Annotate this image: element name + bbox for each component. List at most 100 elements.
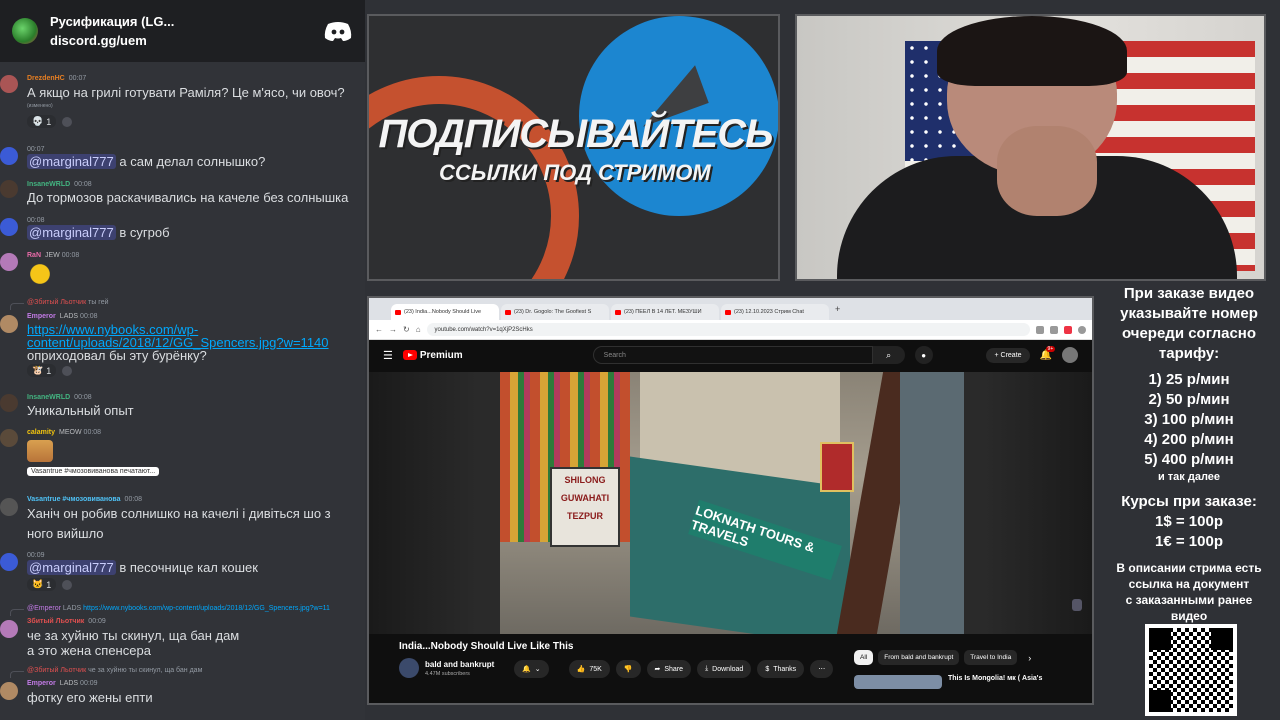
message-author[interactable]: Vasantrue #чмозовиванова [27,496,121,503]
download-label: Download [712,665,744,673]
message-text: оприходовал бы эту бурёнку? [27,348,207,363]
recommendation-chips: All From bald and bankrupt Travel to Ind… [854,650,1031,665]
message-author[interactable]: Emperor [27,313,56,320]
add-reaction-icon[interactable] [62,579,73,590]
share-button[interactable]: ➦ Share [646,660,692,678]
microphone-icon[interactable]: ● [914,346,933,364]
sign-line: GUWAHATI [560,493,610,503]
role-badge: MEOW [59,429,82,436]
qr-code [1145,624,1237,716]
thanks-button[interactable]: $ Thanks [757,660,805,678]
extension-icon[interactable] [1064,325,1072,334]
user-mention[interactable]: @marginal777 [27,154,116,169]
download-icon: ⤓ [705,665,709,672]
reply-author[interactable]: @Збитый Льотчик [27,667,86,674]
message-author[interactable]: Збитый Льотчик [27,618,84,625]
recommended-thumbnail[interactable] [854,675,942,689]
chevron-right-icon[interactable]: › [1028,653,1031,663]
address-bar[interactable]: youtube.com/watch?v=1qXjP2ScHks [426,323,1030,336]
message-text: Уникальный опыт [27,403,134,418]
message-author[interactable]: InsaneWRLD [27,394,70,401]
server-invite-link[interactable]: discord.gg/uem [50,33,323,48]
recommended-title[interactable]: This Is Mongolia! мк ( Asia's [948,675,1042,689]
channel-avatar[interactable] [399,658,419,678]
youtube-favicon-icon [505,309,511,315]
extension-icon[interactable] [1050,325,1058,334]
browser-tab[interactable]: (23) ПЕЕЛ В 14 ЛЕТ. МЕЗУШИ [611,304,719,320]
role-badge: LADS [59,313,79,320]
user-mention[interactable]: @marginal777 [27,560,116,575]
message-author[interactable]: InsaneWRLD [27,181,70,188]
reaction-pill[interactable]: 🐮 1 [27,364,57,377]
home-icon[interactable]: ⌂ [416,325,421,334]
forward-icon[interactable]: → [389,325,397,334]
dislike-button[interactable]: 👎 [615,660,641,678]
emoji-icon: 🐮 [32,365,44,375]
youtube-logo-text: Premium [419,349,463,361]
message-text: а сам делал солнышко? [119,154,266,169]
video-player[interactable]: SHILONG GUWAHATI TEZPUR LOKNATH TOURS & … [369,372,1092,634]
like-count: 75K [589,665,602,673]
reply-preview: https://www.nybooks.com/wp-content/uploa… [83,605,330,612]
subscribe-promo-banner: ПОДПИСЫВАЙТЕСЬ ССЫЛКИ ПОД СТРИМОМ [367,14,780,281]
user-mention[interactable]: @marginal777 [27,225,116,240]
chip-travel[interactable]: Travel to India [964,650,1018,665]
message-author[interactable]: Emperor [27,680,56,687]
share-label: Share [664,665,684,673]
channel-watermark-icon[interactable] [1072,599,1082,611]
youtube-header: ☰ Premium Search ⌕ ● + Create 🔔 9+ [369,340,1092,370]
video-frame[interactable]: SHILONG GUWAHATI TEZPUR LOKNATH TOURS & … [500,372,964,634]
youtube-favicon-icon [725,309,731,315]
reply-preview: ты гей [88,299,109,306]
browser-tab[interactable]: (23) Dr. Gogolo: The Goofiest S [501,304,609,320]
reply-author[interactable]: @Emperor [27,605,61,612]
browser-tab[interactable]: (23) 12.10.2023 Стрим Chat [721,304,829,320]
reaction-pill[interactable]: 🐱 1 [27,578,57,591]
message-time: 00:08 [61,252,80,259]
download-button[interactable]: ⤓ Download [697,660,752,678]
message-author[interactable]: DrezdenHC [27,75,65,82]
chip-from-channel[interactable]: From bald and bankrupt [878,650,960,665]
like-button[interactable]: 👍 75K [568,660,610,678]
reaction-count: 1 [46,116,52,127]
channel-name[interactable]: bald and bankrupt [425,660,494,669]
recommended-video[interactable]: This Is Mongolia! мк ( Asia's [854,675,1042,689]
thanks-label: Thanks [773,665,797,673]
notifications-bell-icon[interactable]: 🔔 9+ [1040,345,1056,361]
reply-author[interactable]: @Збитый Льотчик [27,299,86,306]
streamer-hair [937,16,1127,86]
extension-icon[interactable] [1036,325,1044,334]
message-time: 00:08 [74,394,92,401]
new-tab-icon[interactable]: + [835,304,840,314]
profile-icon[interactable] [1078,325,1086,334]
search-icon[interactable]: ⌕ [872,346,905,364]
thumbs-up-icon: 👍 [576,666,586,673]
reaction-pill[interactable]: 💀 1 [27,115,57,128]
channel-info: bald and bankrupt 4.47M subscribers [399,658,494,678]
user-avatar[interactable] [1062,347,1078,363]
streamer-hand [997,126,1097,216]
create-button[interactable]: + Create [986,347,1030,363]
back-icon[interactable]: ← [375,325,383,334]
reload-icon[interactable]: ↻ [403,325,410,334]
webcam-feed [795,14,1266,281]
bell-icon: 🔔 [522,666,531,673]
add-reaction-icon[interactable] [62,365,73,376]
message-author[interactable]: RaN [27,252,41,259]
message-time: 00:09 [88,618,106,625]
youtube-logo[interactable]: Premium [402,349,463,361]
avatar [0,315,18,333]
browser-tab[interactable]: (23) India...Nobody Should Live [391,304,499,320]
more-actions-button[interactable]: ⋯ [810,660,834,678]
chip-all[interactable]: All [854,650,874,665]
message-author[interactable]: calamity [27,429,55,436]
subscribed-bell-button[interactable]: 🔔 ⌄ [514,660,549,678]
video-actions: 🔔 ⌄ 👍 75K 👎 ➦ Share ⤓ Download $ Thanks ⋯ [514,660,834,678]
subscriber-count: 4.47M subscribers [425,670,470,677]
edited-label: (изменено) [27,103,53,109]
add-reaction-icon[interactable] [62,116,73,127]
search-input[interactable]: Search [592,346,873,364]
skull-emoji-icon: 💀 [32,116,44,126]
menu-icon[interactable]: ☰ [383,349,393,362]
message-text: в песочнице кал кошек [119,560,258,575]
